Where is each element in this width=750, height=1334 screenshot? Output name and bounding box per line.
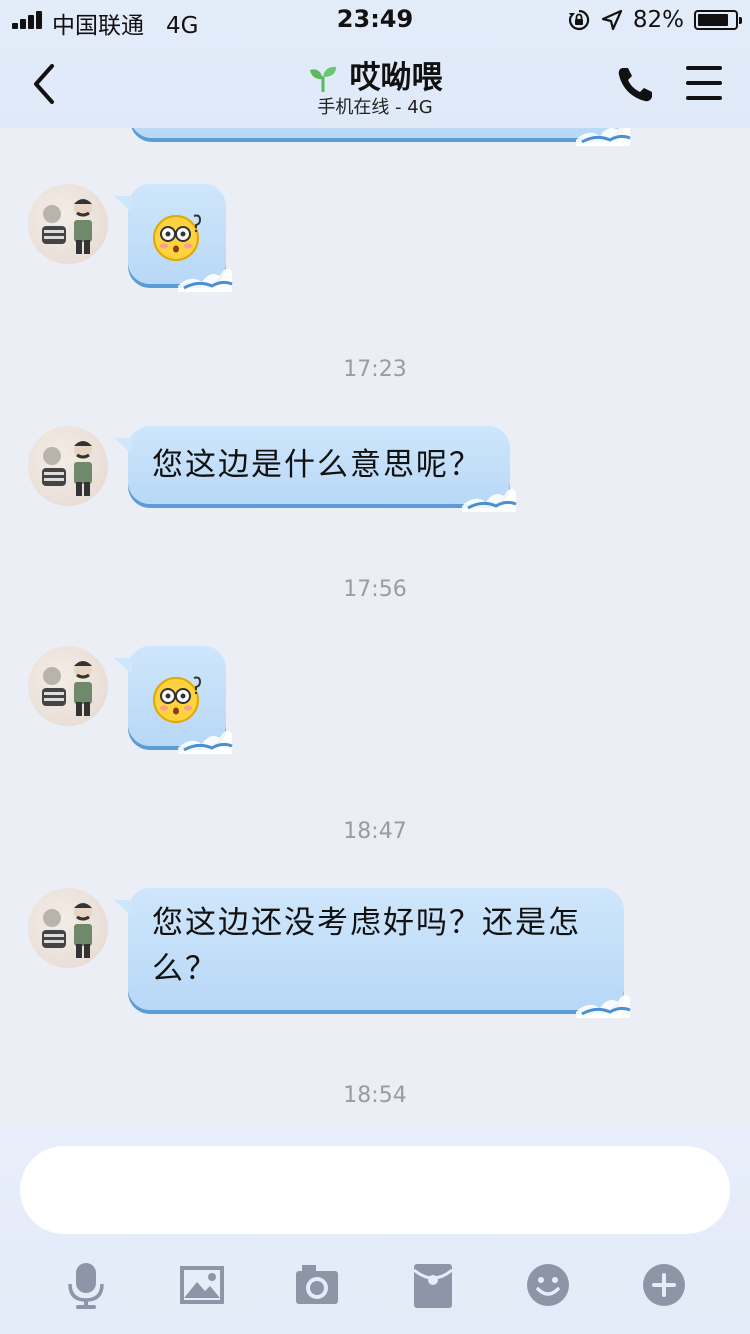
- message-text: 您这边是什么意思呢？: [152, 447, 482, 483]
- orientation-lock-icon: [568, 9, 590, 31]
- message-text: 您这边还没考虑好吗？还是怎么？: [152, 905, 581, 987]
- message-bubble[interactable]: [114, 646, 233, 754]
- message-bubble[interactable]: 您这边还没考虑好吗？还是怎么？: [114, 888, 631, 1018]
- plus-icon[interactable]: [639, 1260, 689, 1310]
- wave-decoration-icon: [576, 994, 631, 1018]
- status-bar: 中国联通 4G 23:49 82%: [0, 0, 750, 40]
- battery-percent: 82%: [632, 7, 684, 33]
- wave-decoration-icon: [462, 488, 517, 512]
- chat-header: 中国联通 4G 23:49 82% 哎呦喂 手机在线 - 4G: [0, 0, 750, 128]
- image-icon[interactable]: [177, 1260, 227, 1310]
- avatar[interactable]: [28, 646, 108, 726]
- message-bubble[interactable]: [114, 184, 233, 292]
- avatar[interactable]: [28, 426, 108, 506]
- input-bar: [0, 1125, 750, 1334]
- chat-area[interactable]: 17:23 您这边是什么意思呢？ 17:56 18:47 您这边还没考虑好吗？还…: [0, 0, 750, 1125]
- wave-decoration-icon: [178, 730, 233, 754]
- timestamp: 17:23: [343, 357, 407, 382]
- avatar[interactable]: [28, 184, 108, 264]
- phone-icon[interactable]: [614, 64, 656, 106]
- menu-icon[interactable]: [686, 66, 724, 100]
- red-packet-icon[interactable]: [408, 1260, 458, 1310]
- microphone-icon[interactable]: [61, 1260, 111, 1310]
- timestamp: 17:56: [343, 577, 407, 602]
- wave-decoration-icon: [178, 268, 233, 292]
- location-arrow-icon: [601, 9, 622, 31]
- emoji-icon[interactable]: [523, 1260, 573, 1310]
- timestamp: 18:47: [343, 819, 407, 844]
- timestamp: 18:54: [343, 1083, 407, 1108]
- message-input[interactable]: [20, 1146, 730, 1234]
- sprout-icon: [309, 66, 336, 92]
- battery-icon: [694, 10, 742, 30]
- camera-icon[interactable]: [292, 1260, 342, 1310]
- avatar[interactable]: [28, 888, 108, 968]
- message-bubble[interactable]: 您这边是什么意思呢？: [114, 426, 517, 512]
